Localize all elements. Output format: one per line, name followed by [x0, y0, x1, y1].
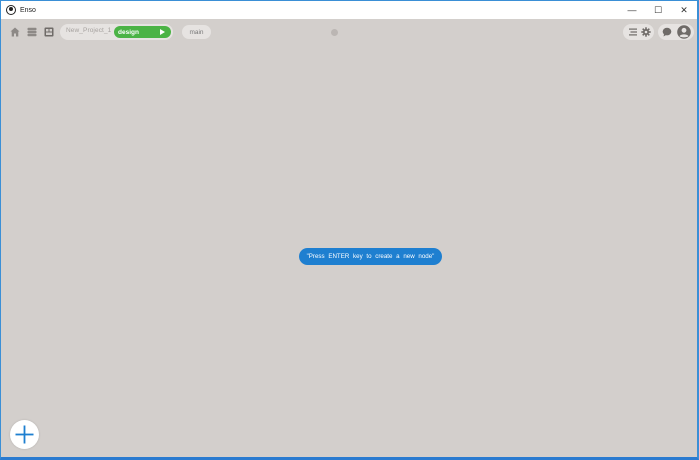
play-icon[interactable] [160, 29, 165, 35]
close-button[interactable]: ✕ [671, 1, 697, 19]
grid-icon[interactable] [44, 27, 54, 37]
right-toolbar-right [658, 24, 694, 40]
maximize-button[interactable]: ☐ [645, 1, 671, 19]
create-node-hint: "Press ENTER key to create a new node" [299, 248, 442, 265]
project-selector[interactable]: New_Project_1 design [60, 24, 173, 40]
documentation-icon[interactable] [628, 27, 638, 37]
home-icon[interactable] [10, 27, 20, 37]
app-window: Enso — ☐ ✕ New_Project_1 design main "Pr… [0, 0, 699, 460]
title-bar: Enso — ☐ ✕ [1, 1, 697, 19]
add-node-button[interactable] [10, 420, 39, 449]
execution-mode-label: design [118, 28, 139, 36]
window-title: Enso [20, 6, 36, 14]
minimize-button[interactable]: — [619, 1, 645, 19]
stack-icon[interactable] [27, 27, 37, 37]
left-toolbar [10, 27, 54, 37]
user-avatar-icon[interactable] [677, 25, 691, 39]
project-name[interactable]: New_Project_1 [66, 27, 111, 34]
window-controls: — ☐ ✕ [619, 1, 697, 19]
settings-icon[interactable] [641, 27, 651, 37]
graph-editor[interactable]: New_Project_1 design main "Press ENTER k… [1, 19, 697, 457]
enso-logo-icon [6, 5, 16, 15]
plus-icon [15, 425, 34, 444]
right-toolbar-left [623, 24, 654, 40]
status-indicator [331, 29, 338, 36]
breadcrumb-label: main [189, 28, 204, 36]
execution-mode-button[interactable]: design [114, 26, 171, 38]
chat-icon[interactable] [662, 27, 672, 37]
breadcrumb-main[interactable]: main [182, 25, 211, 39]
